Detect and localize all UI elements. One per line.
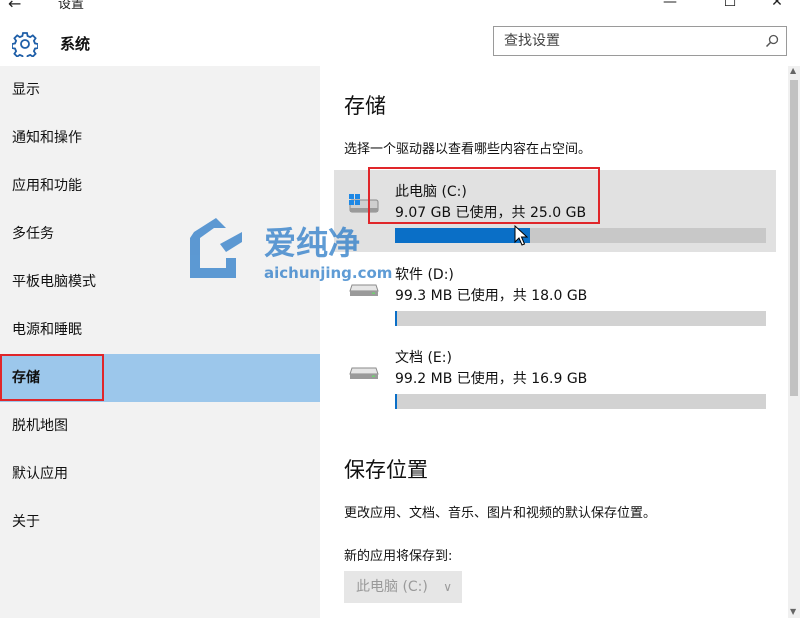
page-title: 系统: [60, 35, 91, 53]
sidebar-item-notifications[interactable]: 通知和操作: [0, 114, 320, 162]
sidebar-item-apps[interactable]: 应用和功能: [0, 162, 320, 210]
back-button[interactable]: ←: [8, 0, 21, 13]
usage-bar-fill: [395, 311, 397, 326]
drive-item-d[interactable]: 软件 (D:) 99.3 MB 已使用，共 18.0 GB: [334, 253, 776, 335]
drive-name: 文档 (E:): [395, 350, 452, 366]
usage-bar-fill: [395, 228, 530, 243]
new-apps-location-dropdown[interactable]: 此电脑 (C:) ∨: [344, 571, 462, 603]
storage-description: 选择一个驱动器以查看哪些内容在占空间。: [344, 142, 592, 157]
drive-icon: [349, 284, 379, 296]
sidebar-item-power-sleep[interactable]: 电源和睡眠: [0, 306, 320, 354]
sidebar-item-multitasking[interactable]: 多任务: [0, 210, 320, 258]
close-button[interactable]: ✕: [767, 0, 787, 10]
gear-icon: [12, 32, 38, 57]
drive-usage: 99.2 MB 已使用，共 16.9 GB: [395, 371, 588, 387]
drive-usage: 9.07 GB 已使用，共 25.0 GB: [395, 205, 587, 221]
chevron-down-icon: ∨: [443, 580, 452, 594]
minimize-button[interactable]: —: [660, 0, 680, 10]
windows-drive-icon: [349, 194, 379, 213]
maximize-button[interactable]: ☐: [720, 0, 740, 10]
scroll-up-icon[interactable]: ▲: [790, 66, 796, 75]
drive-item-e[interactable]: 文档 (E:) 99.2 MB 已使用，共 16.9 GB: [334, 336, 776, 418]
search-input[interactable]: [494, 27, 754, 55]
usage-bar: [395, 311, 766, 326]
drive-name: 软件 (D:): [395, 267, 454, 283]
window-title: 设置: [58, 0, 85, 12]
new-apps-label: 新的应用将保存到:: [344, 549, 453, 564]
main-content: 存储 选择一个驱动器以查看哪些内容在占空间。 此电脑 (C:) 9.07 GB …: [320, 66, 788, 618]
sidebar-item-default-apps[interactable]: 默认应用: [0, 450, 320, 498]
drive-icon: [349, 367, 379, 379]
dropdown-value: 此电脑 (C:): [356, 579, 428, 595]
sidebar-item-tablet-mode[interactable]: 平板电脑模式: [0, 258, 320, 306]
usage-bar-fill: [395, 394, 398, 409]
usage-bar: [395, 394, 766, 409]
scroll-down-icon[interactable]: ▼: [790, 607, 796, 616]
save-locations-heading: 保存位置: [344, 458, 428, 482]
scroll-thumb[interactable]: [790, 80, 798, 396]
drive-item-c[interactable]: 此电脑 (C:) 9.07 GB 已使用，共 25.0 GB: [334, 170, 776, 252]
sidebar-item-offline-maps[interactable]: 脱机地图: [0, 402, 320, 450]
sidebar-item-display[interactable]: 显示: [0, 66, 320, 114]
scrollbar[interactable]: ▲ ▼: [788, 66, 800, 618]
usage-bar: [395, 228, 766, 243]
search-box[interactable]: [493, 26, 787, 56]
header: 系统: [0, 22, 800, 66]
drive-name: 此电脑 (C:): [395, 184, 467, 200]
drive-usage: 99.3 MB 已使用，共 18.0 GB: [395, 288, 588, 304]
sidebar-item-storage[interactable]: 存储: [0, 354, 320, 402]
mouse-cursor-icon: [514, 225, 528, 246]
title-bar: ← 设置 — ☐ ✕: [0, 0, 800, 22]
search-icon[interactable]: [765, 34, 779, 48]
sidebar-item-about[interactable]: 关于: [0, 498, 320, 546]
save-locations-description: 更改应用、文档、音乐、图片和视频的默认保存位置。: [344, 506, 657, 521]
storage-heading: 存储: [344, 94, 386, 118]
sidebar: 显示 通知和操作 应用和功能 多任务 平板电脑模式 电源和睡眠 存储 脱机地图 …: [0, 66, 320, 618]
